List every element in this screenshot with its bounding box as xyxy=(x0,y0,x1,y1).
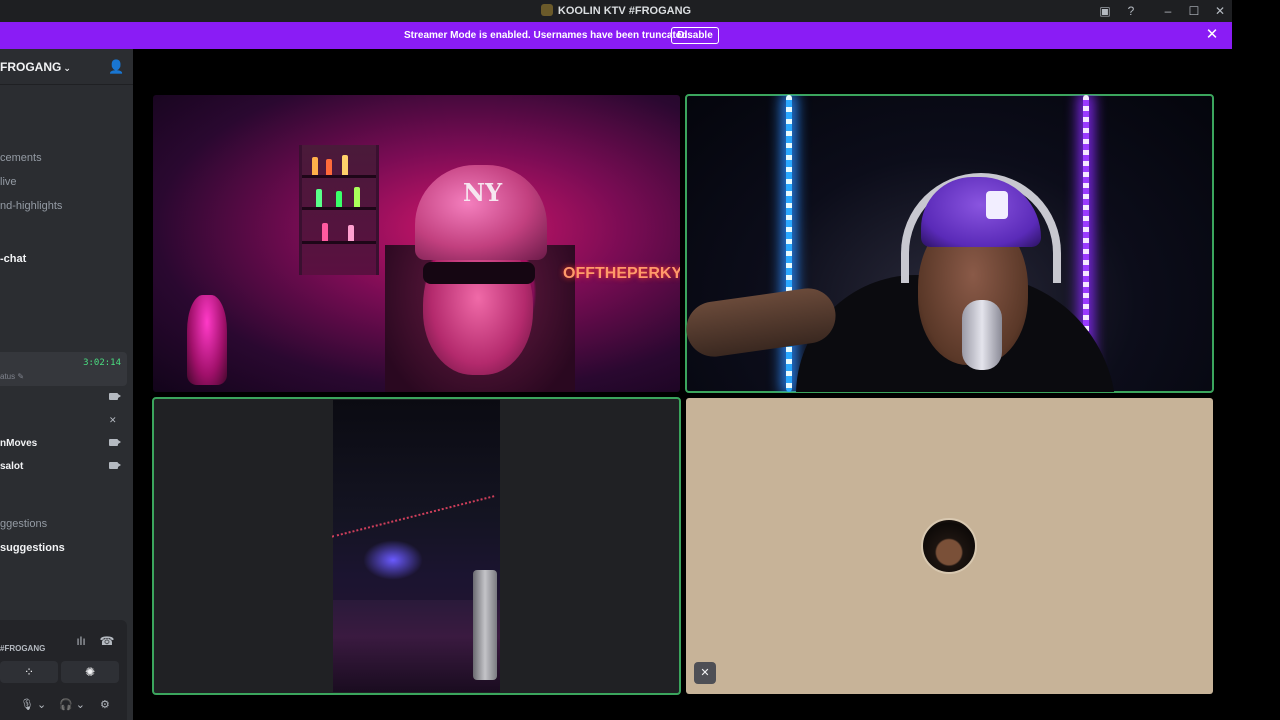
window-titlebar: KOOLIN KTV #FROGANG ▣ ? – ☐ ✕ xyxy=(0,0,1232,22)
screen-share-icon[interactable]: ▣ xyxy=(1097,3,1113,19)
voice-timer: 3:02:14 xyxy=(83,358,121,368)
soundboard-icon[interactable]: ılı xyxy=(73,634,89,650)
microphone-icon[interactable]: 🎙 ⌄ xyxy=(20,698,46,714)
avatar xyxy=(921,518,977,574)
muted-microphone-icon: ✕ xyxy=(694,662,716,684)
room-light xyxy=(363,540,423,580)
effects-icon[interactable]: ✺ xyxy=(61,661,119,683)
server-name[interactable]: FROGANG ⌄ xyxy=(0,60,71,74)
video-tile-1[interactable]: NY OFFTHEPERKY xyxy=(153,95,680,392)
camera-icon xyxy=(109,462,121,471)
chevron-down-icon: ⌄ xyxy=(63,63,71,73)
disable-streamer-mode-button[interactable]: Disable xyxy=(671,27,719,44)
maximize-icon[interactable]: ☐ xyxy=(1186,3,1202,19)
close-icon[interactable]: ✕ xyxy=(1212,3,1228,19)
server-icon xyxy=(540,4,553,16)
channel-live[interactable]: live xyxy=(0,176,17,188)
streamer-mode-message: Streamer Mode is enabled. Usernames have… xyxy=(404,30,691,41)
background-lamp xyxy=(187,295,227,385)
cup xyxy=(473,570,497,680)
camera-icon xyxy=(109,393,121,402)
pencil-icon: ✎ xyxy=(17,372,25,381)
window-title-area: KOOLIN KTV #FROGANG xyxy=(0,4,1232,17)
participant-glasses xyxy=(423,262,535,284)
neon-sign: OFFTHEPERKY xyxy=(563,265,680,282)
muted-icon: ✕ xyxy=(109,415,117,425)
channel-sidebar: FROGANG ⌄ 👤 cements live nd-highlights -c… xyxy=(0,49,133,720)
voice-channel-row[interactable]: 3:02:14 atus ✎ xyxy=(0,352,127,386)
voice-status-label: atus xyxy=(0,372,16,381)
cap-logo: NY xyxy=(463,178,503,207)
voice-user[interactable]: salot xyxy=(0,461,23,472)
activities-icon[interactable]: ⁘ xyxy=(0,661,58,683)
camera-icon xyxy=(109,439,121,448)
minimize-icon[interactable]: – xyxy=(1160,3,1176,19)
voice-status[interactable]: atus ✎ xyxy=(0,372,24,381)
headphones-icon[interactable]: 🎧 ⌄ xyxy=(59,698,85,714)
channel-highlights[interactable]: nd-highlights xyxy=(0,200,62,212)
video-tile-2[interactable] xyxy=(685,94,1214,393)
led-light-bar xyxy=(786,95,792,392)
help-icon[interactable]: ? xyxy=(1123,3,1139,19)
invite-people-icon[interactable]: 👤 xyxy=(108,59,124,75)
microphone xyxy=(962,300,1002,370)
window-title: KOOLIN KTV #FROGANG xyxy=(557,5,692,17)
video-tile-3[interactable] xyxy=(152,397,681,695)
video-tile-4[interactable]: ✕ xyxy=(686,398,1213,694)
portrait-video-feed xyxy=(331,400,502,692)
voice-panel-channel: #FROGANG xyxy=(0,644,46,653)
channel-suggestions-category[interactable]: ggestions xyxy=(0,518,47,530)
channel-chat[interactable]: -chat xyxy=(0,253,26,265)
voice-connected-panel: #FROGANG ılı ☎ ⁘ ✺ xyxy=(0,620,127,690)
channel-announcements[interactable]: cements xyxy=(0,152,42,164)
server-header[interactable]: FROGANG ⌄ 👤 xyxy=(0,49,133,85)
server-name-label: FROGANG xyxy=(0,60,62,74)
settings-icon[interactable]: ⚙ xyxy=(100,698,110,714)
user-controls: 🎙 ⌄ 🎧 ⌄ ⚙ xyxy=(0,690,127,720)
background-shelf xyxy=(299,145,379,275)
disconnect-icon[interactable]: ☎ xyxy=(99,634,115,650)
cap-logo xyxy=(986,191,1008,219)
channel-suggestions[interactable]: suggestions xyxy=(0,542,65,554)
streamer-mode-banner: Streamer Mode is enabled. Usernames have… xyxy=(0,22,1232,49)
voice-user[interactable]: nMoves xyxy=(0,438,37,449)
close-banner-icon[interactable]: ✕ xyxy=(1204,27,1220,43)
